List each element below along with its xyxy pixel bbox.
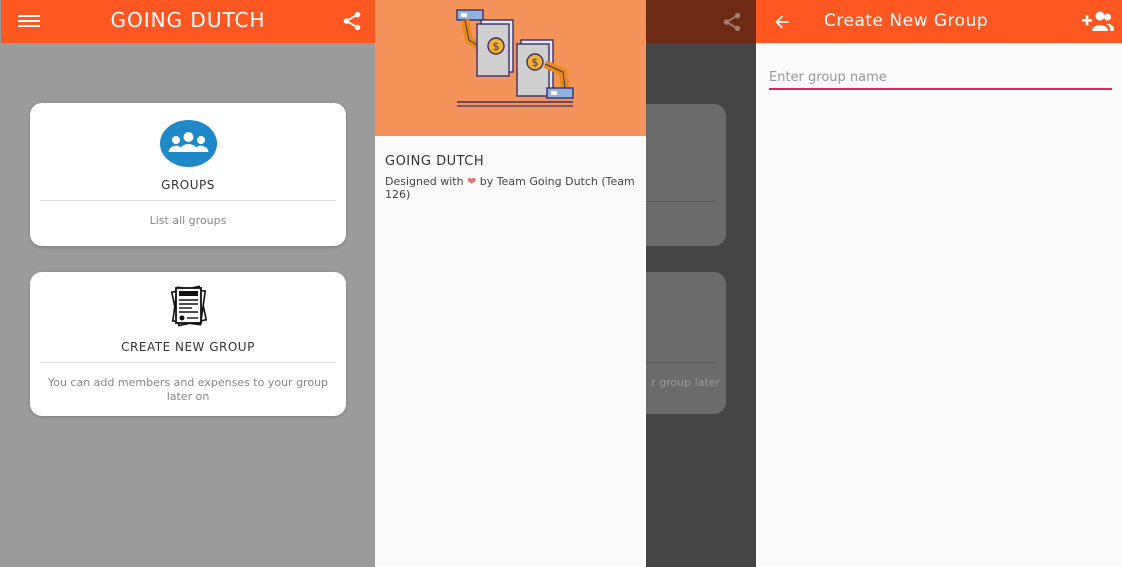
- groups-card[interactable]: GROUPS List all groups: [30, 103, 346, 246]
- svg-text:$: $: [532, 56, 539, 69]
- drawer-header: $ $: [375, 0, 646, 136]
- groups-card-title: GROUPS: [161, 178, 215, 192]
- share-icon[interactable]: [341, 10, 363, 32]
- drawer-credit: Designed with ❤ by Team Going Dutch (Tea…: [385, 175, 640, 201]
- groups-icon: [160, 120, 217, 167]
- dimmed-share-icon: [723, 12, 741, 32]
- invoice-icon: [170, 285, 208, 327]
- back-arrow-icon[interactable]: [772, 12, 792, 32]
- create-group-card-subtitle: You can add members and expenses to your…: [47, 376, 329, 403]
- groups-card-subtitle: List all groups: [149, 214, 227, 227]
- add-person-icon[interactable]: [1082, 10, 1114, 32]
- create-group-app-bar: Create New Group: [756, 0, 1122, 43]
- create-group-title: Create New Group: [824, 11, 989, 31]
- groups-card-divider: [40, 200, 336, 201]
- money-transfer-illustration-icon: $ $: [456, 9, 574, 107]
- drawer-app-title: GOING DUTCH: [385, 154, 485, 169]
- svg-text:$: $: [493, 40, 500, 53]
- dimmed-card-subtitle: r group later: [651, 376, 720, 389]
- home-app-bar: GOING DUTCH: [1, 0, 375, 43]
- create-group-card-divider: [40, 362, 336, 363]
- create-group-screen: Create New Group: [756, 0, 1122, 567]
- home-app-title: GOING DUTCH: [110, 8, 266, 32]
- create-group-card[interactable]: CREATE NEW GROUP You can add members and…: [30, 272, 346, 416]
- group-name-input[interactable]: [769, 66, 1112, 90]
- heart-icon: ❤: [467, 175, 477, 188]
- home-screen: GOING DUTCH GROUPS List all groups CREAT…: [0, 0, 375, 567]
- credit-prefix: Designed with: [385, 175, 464, 188]
- navigation-drawer: $ $ GOING DUTCH Designed with ❤ by Team …: [375, 0, 646, 567]
- drawer-screen: r group later $ $ GOING DUTCH Designed w…: [375, 0, 756, 567]
- create-group-card-title: CREATE NEW GROUP: [121, 340, 255, 354]
